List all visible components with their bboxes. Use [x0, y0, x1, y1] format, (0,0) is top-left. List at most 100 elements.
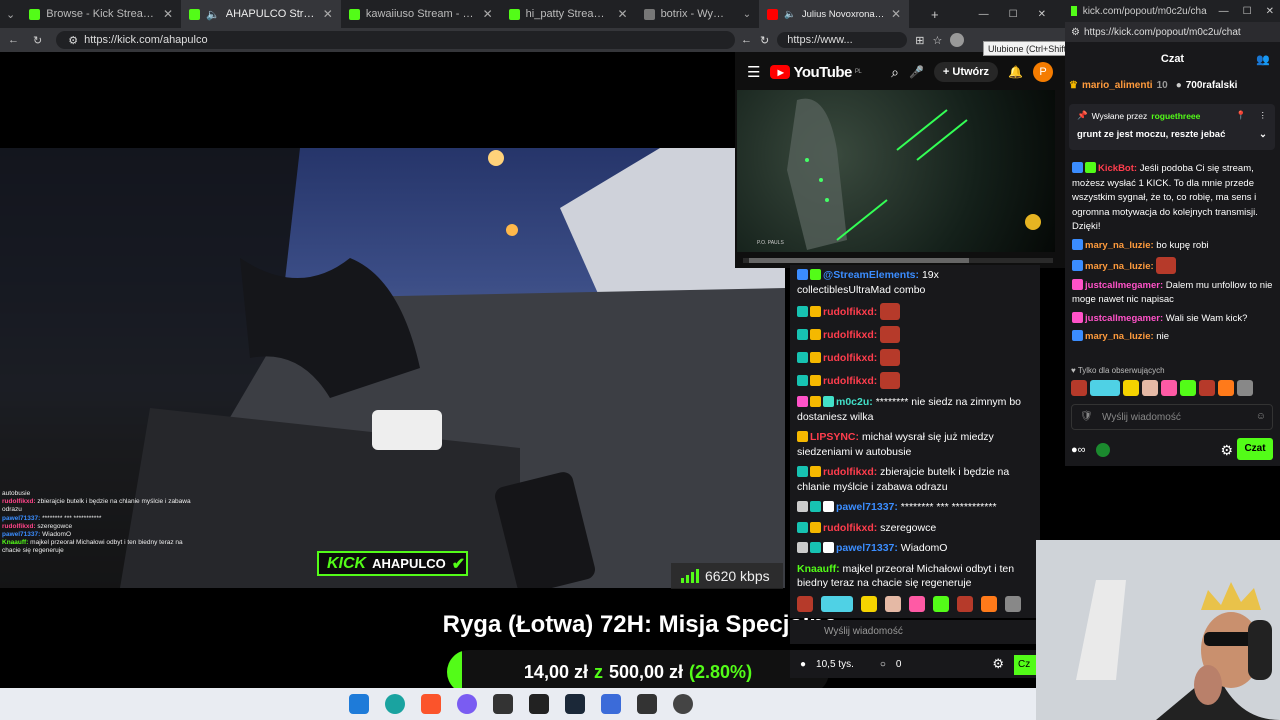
chat-username[interactable]: LIPSYNC:	[810, 431, 859, 443]
tab-list-button[interactable]: ⌄	[0, 8, 21, 21]
start-windows-icon[interactable]	[349, 694, 369, 714]
emote-icon[interactable]	[933, 596, 949, 612]
chat-username[interactable]: rudolfikxd:	[823, 466, 877, 478]
profile-icon[interactable]	[950, 33, 965, 47]
chat-message-input[interactable]: Wyślij wiadomość	[790, 620, 1040, 644]
top-user-name[interactable]: mario_alimenti	[1082, 80, 1153, 91]
steam-icon[interactable]	[565, 694, 585, 714]
chat-username[interactable]: justcallmegamer:	[1085, 280, 1163, 291]
settings-gear-icon[interactable]: ⚙	[1220, 442, 1233, 459]
microphone-icon[interactable]: 🎤	[909, 65, 924, 79]
edge-browser-icon[interactable]	[385, 694, 405, 714]
top-user-name[interactable]: 700rafalski	[1186, 80, 1238, 91]
speaker-icon[interactable]: 🔈	[784, 9, 796, 20]
tab-list-button[interactable]: ⌄	[735, 9, 759, 20]
chat-username[interactable]: rudolfikxd:	[823, 352, 877, 364]
emote-icon[interactable]	[1005, 596, 1021, 612]
chat-username[interactable]: pawel71337:	[836, 501, 898, 513]
emoji-icon[interactable]: ☺	[1256, 411, 1266, 422]
emote-icon[interactable]	[885, 596, 901, 612]
chat-username[interactable]: rudolfikxd:	[823, 329, 877, 341]
chat-username[interactable]: rudolfikxd:	[823, 306, 877, 318]
chat-send-button[interactable]: Czat	[1237, 438, 1273, 460]
back-arrow-icon[interactable]: ←	[741, 34, 752, 46]
chat-username[interactable]: pawel71337:	[836, 542, 898, 554]
unpin-icon[interactable]: 📍	[1236, 110, 1247, 121]
emote-icon[interactable]	[1199, 380, 1215, 396]
tab-youtube[interactable]: 🔈 Julius Novoxrona - Giv Me Kick ✕	[759, 0, 909, 28]
url-field[interactable]: https://www...	[777, 32, 908, 48]
chat-username[interactable]: Knaauff:	[797, 563, 840, 575]
close-window-icon[interactable]: ✕	[1038, 9, 1046, 20]
emote-icon[interactable]	[1237, 380, 1253, 396]
youtube-logo[interactable]: ▶ YouTube PL	[770, 64, 862, 81]
site-info-icon[interactable]: ⚙	[68, 34, 78, 47]
search-icon[interactable]: ⌕	[891, 64, 899, 81]
chat-username[interactable]: @StreamElements:	[823, 269, 919, 281]
close-tab-icon[interactable]: ✕	[163, 7, 173, 21]
settings-gear-icon[interactable]: ⚙	[992, 656, 1004, 672]
reload-icon[interactable]: ↻	[760, 34, 769, 47]
app-icon[interactable]	[601, 694, 621, 714]
close-tab-icon[interactable]: ✕	[483, 7, 493, 21]
tab-browse-kick[interactable]: Browse - Kick Streaming ✕	[21, 0, 181, 28]
emote-icon[interactable]	[1161, 380, 1177, 396]
obs-studio-icon[interactable]	[673, 694, 693, 714]
emote-icon[interactable]	[1142, 380, 1158, 396]
chat-username[interactable]: mary_na_luzie:	[1085, 331, 1154, 342]
create-button[interactable]: + Utwórz	[933, 62, 999, 82]
emote-icon[interactable]	[1218, 380, 1234, 396]
bookmark-star-icon[interactable]: ☆	[932, 34, 942, 47]
tab-hi-patty[interactable]: hi_patty Stream - Watch Live ✕	[501, 0, 636, 28]
emote-icon[interactable]	[957, 596, 973, 612]
chat-username[interactable]: rudolfikxd:	[823, 522, 877, 534]
pinned-user[interactable]: roguethreee	[1151, 111, 1200, 121]
emote-icon[interactable]	[797, 596, 813, 612]
back-arrow-icon[interactable]: ←	[8, 34, 19, 46]
avatar[interactable]: P	[1033, 62, 1053, 82]
chevron-down-icon[interactable]: ⌄	[1259, 129, 1267, 140]
hamburger-menu-icon[interactable]: ☰	[747, 63, 760, 81]
kick-logo-icon[interactable]	[1095, 443, 1110, 457]
emote-icon[interactable]	[1180, 380, 1196, 396]
users-icon[interactable]: 👥	[1256, 53, 1270, 66]
emote-icon[interactable]	[821, 596, 853, 612]
epic-games-icon[interactable]	[529, 694, 549, 714]
reload-icon[interactable]: ↻	[33, 34, 42, 47]
kick-points-icon[interactable]: ●∞	[1071, 444, 1086, 456]
tab-ahapulco[interactable]: 🔈 AHAPULCO Stream - Watch ✕	[181, 0, 341, 28]
emote-icon[interactable]	[981, 596, 997, 612]
horizontal-scrollbar[interactable]	[743, 258, 1053, 263]
emote-icon[interactable]	[861, 596, 877, 612]
chat-username[interactable]: mary_na_luzie:	[1085, 261, 1154, 272]
maximize-icon[interactable]: ☐	[1009, 9, 1018, 20]
url-field[interactable]: ⚙ https://kick.com/ahapulco	[56, 31, 735, 49]
chat-message-input[interactable]: 🛡 Wyślij wiadomość ☺	[1071, 404, 1273, 430]
emote-icon[interactable]	[1123, 380, 1139, 396]
chat-username[interactable]: justcallmegamer:	[1085, 313, 1163, 324]
site-info-icon[interactable]: ⚙	[1071, 27, 1080, 38]
brave-browser-icon[interactable]	[421, 694, 441, 714]
close-tab-icon[interactable]: ✕	[891, 7, 901, 21]
close-tab-icon[interactable]: ✕	[323, 7, 333, 21]
more-options-icon[interactable]: ⋮	[1259, 110, 1268, 121]
speaker-icon[interactable]: 🔈	[206, 8, 220, 21]
minimize-icon[interactable]: —	[979, 9, 989, 20]
close-tab-icon[interactable]: ✕	[618, 7, 628, 21]
youtube-video-player[interactable]: P.O. PAULS	[737, 90, 1055, 252]
messenger-icon[interactable]	[457, 694, 477, 714]
new-tab-icon[interactable]: +	[931, 7, 939, 22]
close-window-icon[interactable]: ✕	[1266, 6, 1274, 17]
tab-kawaiiuso[interactable]: kawaiiuso Stream - Watch Live ✕	[341, 0, 501, 28]
maximize-icon[interactable]: ☐	[1243, 6, 1252, 17]
chat-username[interactable]: m0c2u:	[836, 396, 873, 408]
extension-icon[interactable]: ⊞	[915, 34, 924, 47]
notifications-bell-icon[interactable]: 🔔	[1008, 65, 1023, 79]
chat-username[interactable]: rudolfikxd:	[823, 375, 877, 387]
chat-username[interactable]: mary_na_luzie:	[1085, 240, 1154, 251]
minimize-icon[interactable]: —	[1219, 6, 1229, 17]
tab-botrix[interactable]: botrix - Wyszukaj	[636, 0, 735, 28]
emote-icon[interactable]	[1071, 380, 1087, 396]
recording-app-icon[interactable]	[637, 694, 657, 714]
emote-icon[interactable]	[909, 596, 925, 612]
